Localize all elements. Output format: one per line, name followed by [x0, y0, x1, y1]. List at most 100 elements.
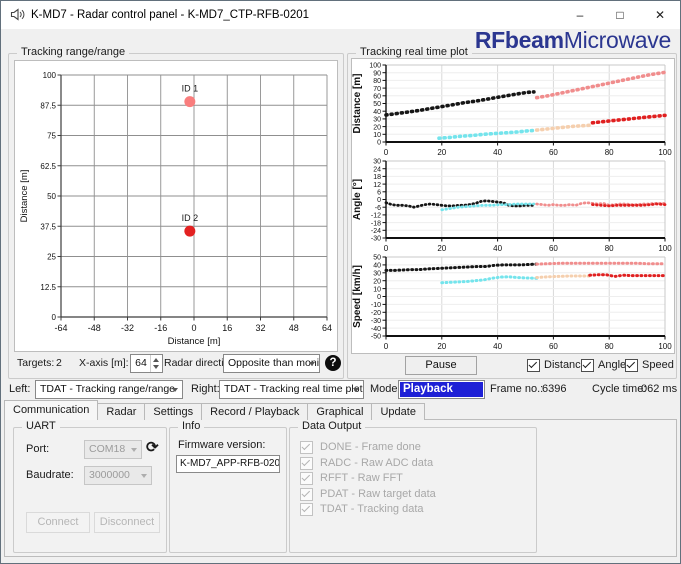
svg-text:100: 100 — [658, 148, 672, 155]
left-plot-dropdown[interactable]: TDAT - Tracking range/range — [35, 380, 183, 399]
svg-text:48: 48 — [289, 323, 299, 333]
left-plot-label: Left: — [9, 383, 31, 395]
svg-text:ID 2: ID 2 — [182, 213, 199, 223]
svg-text:-16: -16 — [154, 323, 167, 333]
svg-text:20: 20 — [437, 342, 446, 349]
chevron-down-icon — [353, 388, 359, 392]
close-button[interactable]: ✕ — [640, 1, 680, 29]
logo-bold-text: RFbeam — [474, 27, 564, 53]
refresh-ports-icon[interactable]: ⟳ — [146, 439, 159, 457]
help-icon[interactable]: ? — [325, 355, 341, 371]
right-plot-dropdown[interactable]: TDAT - Tracking real time plot — [219, 380, 364, 399]
svg-text:60: 60 — [549, 148, 558, 155]
left-plot-dropdown-value: TDAT - Tracking range/range — [40, 383, 176, 395]
svg-text:0: 0 — [191, 323, 196, 333]
angle-checkbox-label: Angle — [598, 359, 627, 371]
done-checkbox-label: DONE - Frame done — [320, 441, 421, 453]
tab-graphical[interactable]: Graphical — [307, 403, 373, 420]
cycle-time-value: 062 ms — [641, 383, 678, 395]
tab-communication[interactable]: Communication — [4, 400, 99, 420]
tab-update[interactable]: Update — [371, 403, 425, 420]
svg-text:12: 12 — [373, 182, 381, 189]
svg-text:-20: -20 — [371, 310, 381, 317]
svg-text:-18: -18 — [371, 220, 381, 227]
titlebar: K-MD7 - Radar control panel - K-MD7_CTP-… — [1, 1, 680, 29]
svg-text:30: 30 — [373, 117, 381, 124]
svg-text:40: 40 — [373, 109, 381, 116]
right-plot-label: Right: — [191, 383, 220, 395]
svg-text:-40: -40 — [371, 326, 381, 333]
chevron-down-icon — [172, 388, 178, 392]
svg-text:12.5: 12.5 — [40, 283, 56, 292]
svg-text:25: 25 — [47, 253, 56, 262]
tracking-range-group: Tracking range/range -64 -48 -32 -16 0 16 32 48… — [8, 46, 344, 379]
svg-text:80: 80 — [605, 342, 614, 349]
svg-text:-24: -24 — [371, 228, 381, 235]
radc-checkbox-label: RADC - Raw ADC data — [320, 457, 434, 469]
firmware-version-label: Firmware version: — [178, 439, 266, 451]
svg-text:ID 1: ID 1 — [182, 84, 199, 94]
svg-text:10: 10 — [373, 132, 381, 139]
tracking-range-group-label: Tracking range/range — [17, 46, 130, 58]
info-group-label: Info — [178, 420, 205, 432]
svg-text:50: 50 — [373, 255, 381, 262]
tab-radar[interactable]: Radar — [97, 403, 146, 420]
svg-text:-50: -50 — [371, 334, 381, 341]
radar-direction-dropdown[interactable]: Opposite than monito — [223, 354, 320, 373]
svg-text:30: 30 — [373, 159, 381, 166]
svg-text:40: 40 — [493, 148, 502, 155]
svg-text:10: 10 — [373, 286, 381, 293]
speed-checkbox[interactable] — [625, 359, 638, 372]
speed-time-chart: 0 20 40 60 80 100 -50 -40 -30 -20 -10 0 10 20 30 40 50 Sp… — [352, 253, 672, 351]
svg-text:20: 20 — [437, 244, 446, 251]
port-label: Port: — [26, 443, 50, 455]
speed-checkbox-label: Speed — [642, 359, 674, 371]
info-group: Info Firmware version: K-MD7_APP-RFB-020… — [169, 420, 287, 553]
svg-text:80: 80 — [605, 244, 614, 251]
svg-text:50: 50 — [47, 192, 56, 201]
svg-text:Angle [°]: Angle [°] — [352, 179, 363, 220]
tab-record-playback[interactable]: Record / Playback — [201, 403, 309, 420]
svg-text:Distance [m]: Distance [m] — [19, 170, 30, 223]
svg-text:Speed [km/h]: Speed [km/h] — [352, 265, 363, 328]
x-axis-label: X-axis [m]: — [79, 357, 129, 369]
x-axis-spinner[interactable]: 64 — [130, 354, 163, 373]
svg-text:32: 32 — [255, 323, 265, 333]
svg-text:60: 60 — [549, 244, 558, 251]
real-time-plot-group-label: Tracking real time plot — [356, 46, 472, 58]
firmware-version-field[interactable]: K-MD7_APP-RFB-0201 — [176, 455, 280, 473]
distance-time-chart: 0 20 40 60 80 100 0 10 20 30 40 50 60 70 80 90 100 Distan… — [352, 61, 672, 157]
port-dropdown: COM18 — [84, 440, 142, 459]
svg-text:100: 100 — [369, 63, 381, 70]
maximize-button[interactable]: □ — [600, 1, 640, 29]
real-time-plot-panel: 0 20 40 60 80 100 0 10 20 30 40 50 60 70 80 90 100 Distan… — [351, 58, 675, 354]
svg-text:-30: -30 — [371, 318, 381, 325]
mode-field[interactable]: Playback — [398, 380, 485, 399]
distance-checkbox[interactable] — [527, 359, 540, 372]
svg-text:62.5: 62.5 — [40, 162, 56, 171]
svg-text:0: 0 — [52, 313, 57, 322]
baudrate-label: Baudrate: — [26, 469, 74, 481]
rfft-checkbox — [300, 472, 313, 485]
svg-text:60: 60 — [373, 93, 381, 100]
minimize-button[interactable]: – — [560, 1, 600, 29]
radar-direction-value: Opposite than monito — [228, 357, 320, 369]
pause-button[interactable]: Pause — [405, 356, 477, 375]
svg-text:6: 6 — [377, 189, 381, 196]
svg-text:70: 70 — [373, 86, 381, 93]
uart-group: UART Port: COM18 ⟳ Baudrate: 3000000 Con… — [13, 420, 167, 553]
rfft-checkbox-label: RFFT - Raw FFT — [320, 472, 403, 484]
svg-text:80: 80 — [605, 148, 614, 155]
mode-label: Mode: — [370, 383, 401, 395]
svg-text:Distance [m]: Distance [m] — [352, 73, 363, 133]
data-output-group-label: Data Output — [298, 420, 366, 432]
spinner-down-icon[interactable] — [153, 365, 159, 369]
svg-text:0: 0 — [384, 244, 389, 251]
window-controls: – □ ✕ — [560, 1, 680, 29]
svg-text:20: 20 — [373, 278, 381, 285]
tab-settings[interactable]: Settings — [144, 403, 203, 420]
spinner-arrows[interactable] — [150, 355, 162, 372]
spinner-up-icon[interactable] — [153, 358, 159, 362]
svg-text:75: 75 — [47, 132, 56, 141]
angle-checkbox[interactable] — [581, 359, 594, 372]
